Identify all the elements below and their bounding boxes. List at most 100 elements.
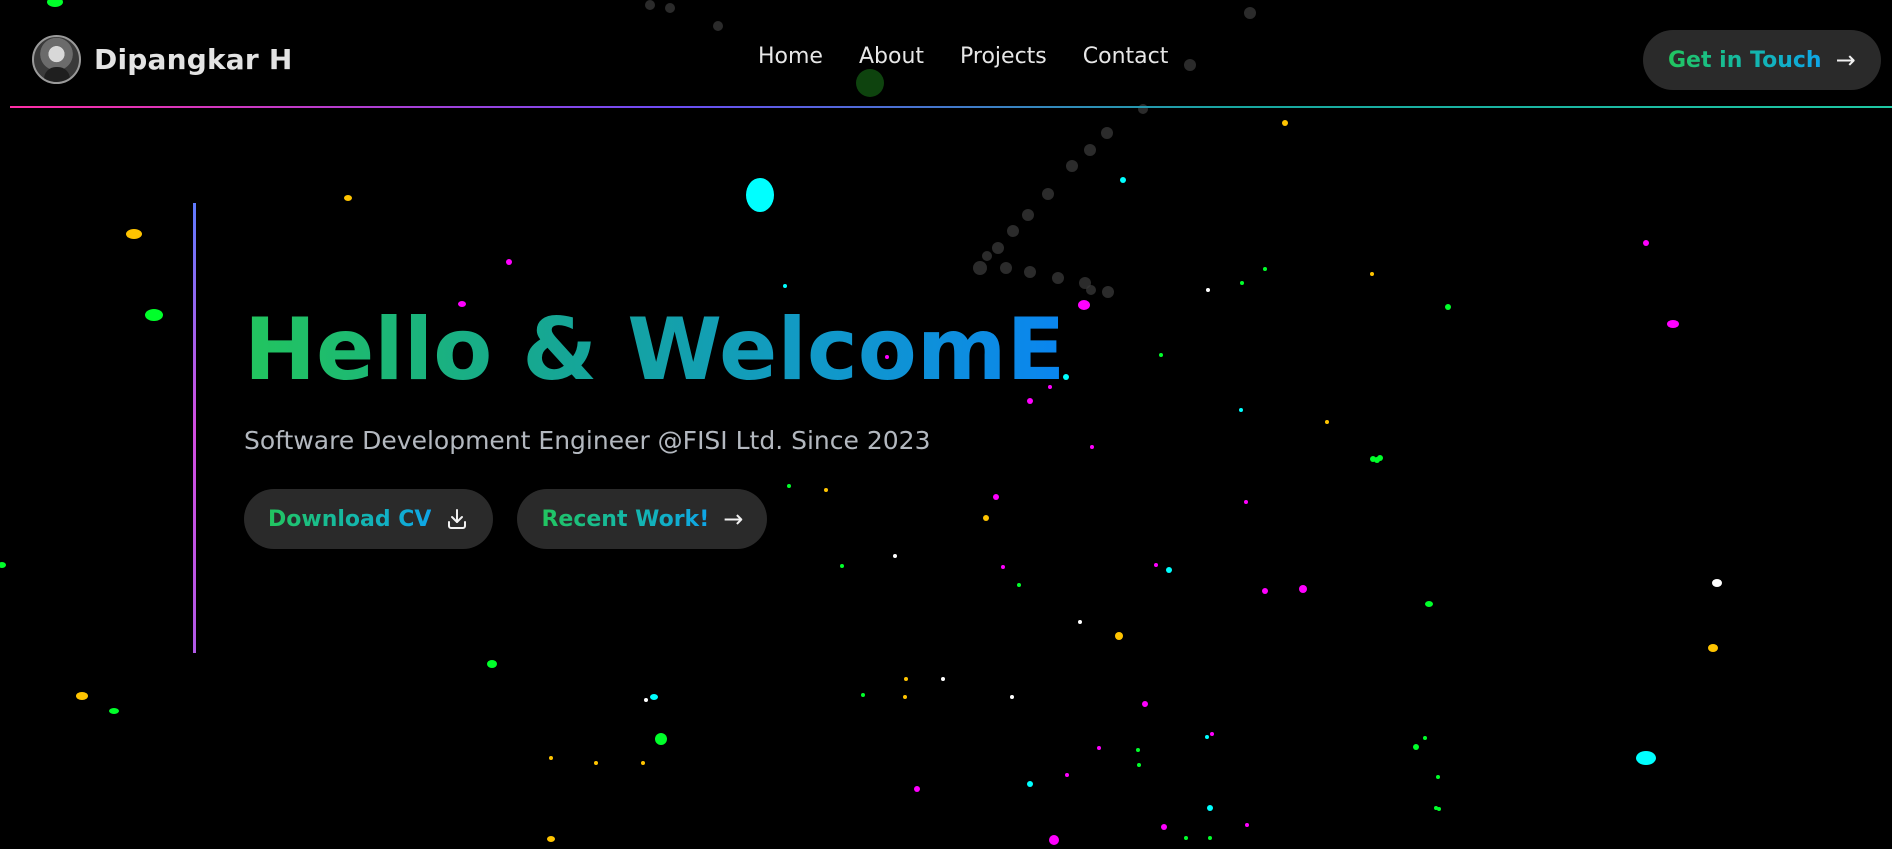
particle-dot: [1245, 823, 1249, 827]
smoke-particle: [1101, 127, 1113, 139]
particle-dot: [840, 564, 844, 568]
hero-subtitle: Software Development Engineer @FISI Ltd.…: [244, 426, 931, 455]
page: Dipangkar H Home About Projects Contact …: [0, 0, 1892, 849]
particle-dot: [1325, 420, 1329, 424]
particle-dot: [1436, 775, 1440, 779]
smoke-particle: [1042, 188, 1054, 200]
particle-dot: [1370, 272, 1374, 276]
smoke-particle: [1052, 272, 1064, 284]
hero-accent-bar: [193, 203, 196, 653]
particle-dot: [1708, 644, 1718, 652]
smoke-particle: [1084, 144, 1096, 156]
particle-dot: [1115, 632, 1123, 640]
particle-dot: [1239, 408, 1243, 412]
brand[interactable]: Dipangkar H: [32, 35, 292, 84]
particle-dot: [650, 694, 658, 700]
recent-work-button[interactable]: Recent Work! →: [517, 489, 768, 549]
recent-work-label: Recent Work!: [541, 506, 710, 532]
particle-dot: [904, 677, 908, 681]
particle-dot: [1282, 120, 1288, 126]
particle-dot: [1154, 563, 1158, 567]
download-cv-label: Download CV: [268, 506, 432, 532]
smoke-particle: [1102, 286, 1114, 298]
particle-dot: [1244, 500, 1248, 504]
particle-dot: [1027, 781, 1033, 787]
particle-dot: [1667, 320, 1679, 328]
particle-dot: [1445, 304, 1451, 310]
particle-dot: [109, 708, 119, 714]
particle-dot: [644, 698, 648, 702]
particle-dot: [1142, 701, 1148, 707]
particle-dot: [1136, 748, 1140, 752]
particle-dot: [1262, 588, 1268, 594]
particle-dot: [1001, 565, 1005, 569]
particle-dot: [983, 515, 989, 521]
particle-dot: [1184, 836, 1188, 840]
particle-dot: [506, 259, 512, 265]
header-divider: [10, 106, 1892, 108]
particle-dot: [941, 677, 945, 681]
particle-dot: [1161, 824, 1167, 830]
particle-dot: [1137, 763, 1141, 767]
nav-about-link[interactable]: About: [859, 44, 924, 69]
particle-dot: [1010, 695, 1014, 699]
particle-dot: [641, 761, 645, 765]
nav-home-link[interactable]: Home: [758, 44, 823, 69]
particle-dot: [547, 836, 555, 842]
particle-dot: [1636, 751, 1656, 765]
smoke-particle: [1066, 160, 1078, 172]
particle-dot: [487, 660, 497, 668]
smoke-particle: [992, 242, 1004, 254]
get-in-touch-button[interactable]: Get in Touch →: [1643, 30, 1881, 90]
particle-dot: [824, 488, 828, 492]
particle-dot: [145, 309, 163, 321]
particle-background: [0, 0, 1722, 845]
particle-dot: [1078, 300, 1090, 310]
particle-dot: [1049, 835, 1059, 845]
particle-dot: [1413, 744, 1419, 750]
particle-dot: [903, 695, 907, 699]
particle-dot: [594, 761, 598, 765]
get-in-touch-label: Get in Touch: [1668, 47, 1822, 73]
particle-dot: [1643, 240, 1649, 246]
navbar: Dipangkar H Home About Projects Contact …: [0, 0, 1892, 108]
nav-contact-link[interactable]: Contact: [1083, 44, 1169, 69]
avatar: [32, 35, 81, 84]
particle-dot: [1434, 806, 1438, 810]
arrow-right-icon: →: [723, 505, 744, 533]
particle-dot: [1425, 601, 1433, 607]
main-nav: Home About Projects Contact: [758, 44, 1168, 69]
smoke-particle: [1000, 262, 1012, 274]
download-cv-button[interactable]: Download CV: [244, 489, 494, 549]
smoke-particle: [982, 251, 992, 261]
particle-dot: [1097, 746, 1101, 750]
particle-dot: [861, 693, 865, 697]
particle-dot: [549, 756, 553, 760]
particle-dot: [1065, 773, 1069, 777]
particle-dot: [893, 554, 897, 558]
particle-dot: [746, 178, 774, 212]
nav-projects-link[interactable]: Projects: [960, 44, 1047, 69]
smoke-particle: [1086, 285, 1096, 295]
particle-dot: [993, 494, 999, 500]
particle-dot: [0, 562, 6, 568]
hero-actions: Download CV Recent Work! →: [244, 489, 768, 549]
particle-dot: [914, 786, 920, 792]
particle-dot: [787, 484, 791, 488]
particle-dot: [1240, 281, 1244, 285]
particle-dot: [783, 284, 787, 288]
particle-dot: [1078, 620, 1082, 624]
smoke-particle: [1024, 266, 1036, 278]
particle-dot: [1207, 805, 1213, 811]
particle-dot: [1159, 353, 1163, 357]
smoke-particle: [1007, 225, 1019, 237]
particle-dot: [1712, 579, 1722, 587]
particle-dot: [1120, 177, 1126, 183]
smoke-particle: [973, 261, 987, 275]
particle-dot: [1017, 583, 1021, 587]
particle-dot: [1090, 445, 1094, 449]
brand-name: Dipangkar H: [94, 43, 293, 76]
particle-dot: [1299, 585, 1307, 593]
particle-dot: [1166, 567, 1172, 573]
hero-title: Hello & WelcomE: [244, 300, 1066, 400]
